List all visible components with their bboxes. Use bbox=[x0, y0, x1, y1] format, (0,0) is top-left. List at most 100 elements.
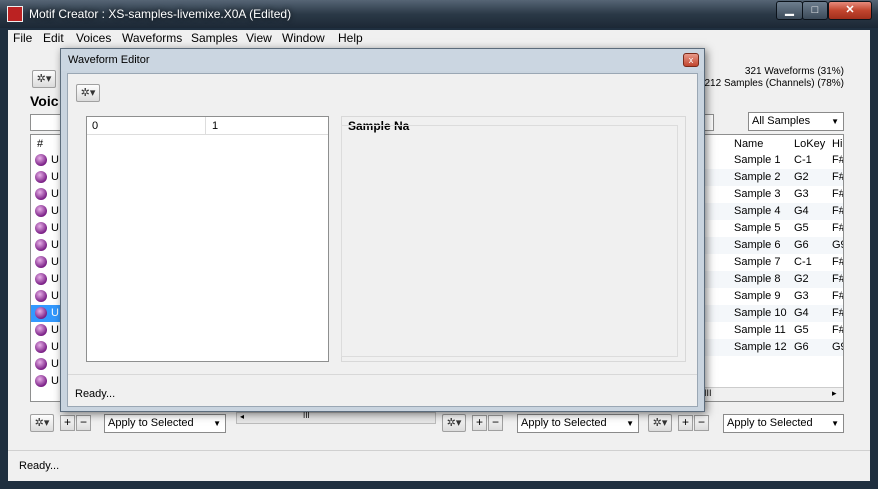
sample-lokey: C-1 bbox=[794, 256, 812, 268]
sample-hikey: F# bbox=[832, 273, 844, 285]
scroll-left-icon[interactable]: ◂ bbox=[240, 412, 244, 421]
scroll-right-icon[interactable]: ▸ bbox=[832, 388, 837, 399]
scrollbar-grip: III bbox=[704, 388, 712, 398]
voice-row-label: U bbox=[51, 358, 59, 370]
samples-filter-select[interactable]: All Samples ▼ bbox=[748, 112, 844, 131]
sample-hikey: G9 bbox=[832, 341, 843, 353]
maximize-button[interactable]: □ bbox=[802, 1, 828, 20]
voice-icon bbox=[35, 375, 47, 387]
waveforms-add-button[interactable]: + bbox=[472, 415, 487, 431]
voices-heading: Voic bbox=[30, 93, 59, 109]
waveform-list[interactable]: 0 1 bbox=[86, 116, 329, 362]
chevron-down-icon: ▼ bbox=[626, 419, 634, 428]
sample-name: Sample 9 bbox=[734, 290, 781, 302]
status-divider bbox=[8, 450, 870, 451]
menu-bar: File Edit Voices Waveforms Samples View … bbox=[8, 30, 870, 46]
waveform-editor-gear-button[interactable]: ✲▾ bbox=[76, 84, 100, 102]
voice-icon bbox=[35, 341, 47, 353]
voice-icon bbox=[35, 307, 47, 319]
waveform-editor-titlebar[interactable]: Waveform Editor x bbox=[61, 49, 704, 71]
menu-waveforms[interactable]: Waveforms bbox=[122, 31, 182, 45]
sample-hikey: F# bbox=[832, 188, 844, 200]
voice-icon bbox=[35, 222, 47, 234]
sample-name: Sample 6 bbox=[734, 239, 781, 251]
sample-lokey: G5 bbox=[794, 222, 809, 234]
waveforms-remove-button[interactable]: − bbox=[488, 415, 503, 431]
menu-edit[interactable]: Edit bbox=[43, 31, 64, 45]
sample-hikey: F# bbox=[832, 222, 844, 234]
column-divider bbox=[205, 117, 206, 134]
voice-icon bbox=[35, 239, 47, 251]
voice-row-label: U bbox=[51, 375, 59, 387]
voice-row-label: U bbox=[51, 239, 59, 251]
waveform-editor-window: Waveform Editor x ✲▾ 0 1 Sample Na Ready… bbox=[60, 48, 705, 412]
voice-row-label: U bbox=[51, 324, 59, 336]
sample-lokey: C-1 bbox=[794, 154, 812, 166]
voices-add-button[interactable]: + bbox=[60, 415, 75, 431]
voice-icon bbox=[35, 273, 47, 285]
voice-icon bbox=[35, 290, 47, 302]
voice-row-label: U bbox=[51, 273, 59, 285]
sample-name: Sample 4 bbox=[734, 205, 781, 217]
menu-file[interactable]: File bbox=[13, 31, 32, 45]
sample-details-panel: Sample Na bbox=[341, 116, 686, 362]
window-title: Motif Creator : XS-samples-livemixe.X0A … bbox=[29, 7, 292, 21]
voice-row-label: U bbox=[51, 188, 59, 200]
menu-samples[interactable]: Samples bbox=[191, 31, 238, 45]
samples-apply-select[interactable]: Apply to Selected ▼ bbox=[723, 414, 844, 433]
samples-col-lokey: LoKey bbox=[794, 138, 826, 150]
sample-hikey: F# bbox=[832, 307, 844, 319]
voice-icon bbox=[35, 188, 47, 200]
sample-details-groupbox bbox=[341, 125, 678, 357]
sample-hikey: F# bbox=[832, 205, 844, 217]
menu-view[interactable]: View bbox=[246, 31, 272, 45]
main-status: Ready... bbox=[19, 460, 60, 472]
samples-gear-button[interactable]: ✲▾ bbox=[648, 414, 672, 432]
voice-row-label: U bbox=[51, 341, 59, 353]
voice-icon bbox=[35, 205, 47, 217]
menu-voices[interactable]: Voices bbox=[76, 31, 111, 45]
middle-hscrollbar[interactable]: ◂ III bbox=[236, 411, 436, 424]
samples-add-button[interactable]: + bbox=[678, 415, 693, 431]
sample-name: Sample 1 bbox=[734, 154, 781, 166]
waveform-list-col-1: 1 bbox=[212, 120, 219, 132]
waveforms-gear-button[interactable]: ✲▾ bbox=[442, 414, 466, 432]
voice-row-label: U bbox=[51, 154, 59, 166]
voices-col-number: # bbox=[37, 138, 44, 150]
sample-name: Sample 7 bbox=[734, 256, 781, 268]
sample-name: Sample 5 bbox=[734, 222, 781, 234]
chevron-down-icon: ▼ bbox=[831, 419, 839, 428]
sample-hikey: F# bbox=[832, 290, 844, 302]
voice-row-label: U bbox=[51, 256, 59, 268]
title-bar[interactable]: Motif Creator : XS-samples-livemixe.X0A … bbox=[0, 0, 878, 28]
voices-apply-select[interactable]: Apply to Selected ▼ bbox=[104, 414, 226, 433]
sample-hikey: F# bbox=[832, 154, 844, 166]
main-window: Motif Creator : XS-samples-livemixe.X0A … bbox=[0, 0, 878, 489]
voices-gear-button[interactable]: ✲▾ bbox=[32, 70, 56, 88]
voices-bottom-gear-button[interactable]: ✲▾ bbox=[30, 414, 54, 432]
waveform-editor-close-button[interactable]: x bbox=[683, 53, 699, 67]
close-button[interactable]: ✕ bbox=[828, 1, 872, 20]
waveform-editor-status: Ready... bbox=[75, 388, 116, 400]
sample-lokey: G4 bbox=[794, 307, 809, 319]
scrollbar-grip: III bbox=[303, 411, 310, 420]
sample-name: Sample 10 bbox=[734, 307, 787, 319]
voice-icon bbox=[35, 358, 47, 370]
sample-lokey: G3 bbox=[794, 188, 809, 200]
waveforms-apply-select[interactable]: Apply to Selected ▼ bbox=[517, 414, 639, 433]
voice-icon bbox=[35, 171, 47, 183]
sample-lokey: G4 bbox=[794, 205, 809, 217]
sample-hikey: F# bbox=[832, 324, 844, 336]
waveform-editor-title: Waveform Editor bbox=[68, 54, 150, 66]
app-icon bbox=[7, 6, 23, 22]
voice-row-label: U bbox=[51, 205, 59, 217]
voices-apply-value: Apply to Selected bbox=[108, 417, 194, 429]
samples-remove-button[interactable]: − bbox=[694, 415, 709, 431]
voice-icon bbox=[35, 154, 47, 166]
voice-icon bbox=[35, 324, 47, 336]
voices-remove-button[interactable]: − bbox=[76, 415, 91, 431]
menu-help[interactable]: Help bbox=[338, 31, 363, 45]
minimize-button[interactable]: ▁ bbox=[776, 1, 803, 20]
sample-name: Sample 3 bbox=[734, 188, 781, 200]
menu-window[interactable]: Window bbox=[282, 31, 325, 45]
